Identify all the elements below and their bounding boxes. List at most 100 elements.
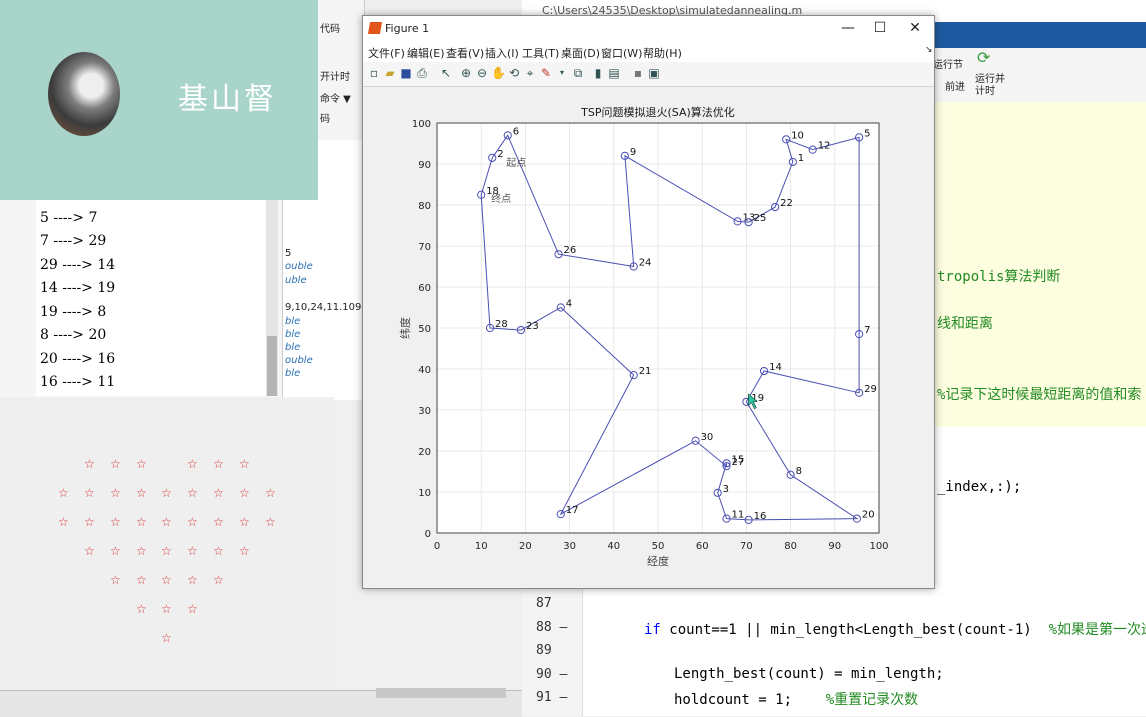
editor-code-plain[interactable] <box>930 427 1146 587</box>
dock-arrow-icon[interactable]: ↘ <box>925 45 933 55</box>
start-label: 起点 <box>506 157 526 169</box>
menu-edit[interactable]: 编辑(E) <box>407 45 445 61</box>
chart-title: TSP问题模拟退火(SA)算法优化 <box>580 105 735 119</box>
menu-file[interactable]: 文件(F) <box>368 45 405 61</box>
menu-desktop[interactable]: 桌面(D) <box>561 45 600 61</box>
heart-star: ☆ <box>161 573 172 587</box>
y-tick-label: 10 <box>418 488 431 499</box>
minimize-button[interactable]: — <box>837 20 859 36</box>
code-text: holdcount = 1; <box>674 692 793 708</box>
city-label: 12 <box>818 141 831 152</box>
command-line: 16 ----> 11 <box>40 374 116 390</box>
figure-window[interactable]: Figure 1 — ☐ ✕ 文件(F) 编辑(E) 查看(V) 插入(I) 工… <box>362 15 935 589</box>
tsp-route-chart[interactable]: 0 10 20 30 40 50 60 70 80 90 100 0 10 20 30 40 50 60 70 80 9… <box>363 86 934 586</box>
city-label: 6 <box>513 126 519 137</box>
heart-star: ☆ <box>187 544 198 558</box>
pan-icon[interactable]: ✋ <box>491 66 506 80</box>
legend-icon[interactable]: ▤ <box>607 66 621 80</box>
city-label: 14 <box>769 362 782 373</box>
brush-dropdown-icon[interactable]: ▾ <box>555 66 569 80</box>
y-axis-label: 纬度 <box>398 317 412 339</box>
heart-star: ☆ <box>84 457 95 471</box>
heart-star: ☆ <box>161 486 172 500</box>
x-tick-label: 50 <box>652 541 665 552</box>
command-line: 7 ----> 29 <box>40 233 107 249</box>
select-arrow-icon[interactable]: ↖ <box>439 66 453 80</box>
ribbon-item[interactable]: 开计时 <box>320 68 350 83</box>
signature-text: 基山督 <box>178 82 277 117</box>
run-section-button[interactable]: 运行节 <box>933 56 963 71</box>
editor-code-highlighted[interactable] <box>930 102 1146 427</box>
y-tick-label: 60 <box>418 283 431 294</box>
maximize-button[interactable]: ☐ <box>869 20 891 36</box>
menu-tools[interactable]: 工具(T) <box>522 45 559 61</box>
city-label: 10 <box>791 130 804 141</box>
x-tick-label: 70 <box>740 541 753 552</box>
run-and-time-button[interactable]: 运行并 计时 <box>975 74 1005 98</box>
avatar <box>48 52 120 136</box>
save-icon[interactable]: ■ <box>399 66 413 80</box>
workspace-class: uble <box>285 275 307 286</box>
x-tick-label: 60 <box>696 541 709 552</box>
line-number: 88 — <box>536 620 568 635</box>
code-comment-fragment: 线和距离 <box>937 316 993 332</box>
menu-window[interactable]: 窗口(W) <box>601 45 642 61</box>
heart-star: ☆ <box>265 486 276 500</box>
heart-star: ☆ <box>136 457 147 471</box>
y-tick-label: 0 <box>425 529 431 540</box>
workspace-class: ble <box>285 368 301 379</box>
heart-star: ☆ <box>136 602 147 616</box>
code-comment: %重置记录次数 <box>792 692 919 708</box>
print-icon[interactable]: ⎙ <box>415 66 429 80</box>
zoom-in-icon[interactable]: ⊕ <box>459 66 473 80</box>
code-text: count==1 || min_length<Length_best(count… <box>660 622 1032 638</box>
x-tick-label: 20 <box>519 541 532 552</box>
heart-star: ☆ <box>110 544 121 558</box>
workspace-class: ouble <box>285 355 313 366</box>
command-line: 29 ----> 14 <box>40 257 116 273</box>
y-tick-label: 50 <box>418 324 431 335</box>
command-line: 14 ----> 19 <box>40 280 116 296</box>
heart-star: ☆ <box>161 544 172 558</box>
city-label: 29 <box>864 384 877 395</box>
horizontal-scrollbar[interactable] <box>376 688 506 698</box>
figure-title: Figure 1 <box>385 22 430 35</box>
menu-view[interactable]: 查看(V) <box>446 45 484 61</box>
zoom-out-icon[interactable]: ⊖ <box>475 66 489 80</box>
workspace-class: ble <box>285 342 301 353</box>
heart-star: ☆ <box>213 457 224 471</box>
ribbon-item[interactable]: 代码 <box>320 20 340 35</box>
heart-star: ☆ <box>187 573 198 587</box>
command-line: 5 ----> 7 <box>40 210 98 226</box>
advance-button[interactable]: 前进 <box>945 78 965 93</box>
colorbar-icon[interactable]: ▮ <box>591 66 605 80</box>
hide-plot-tools-icon[interactable]: ▪ <box>631 66 645 80</box>
brush-icon[interactable]: ✎ <box>539 66 553 80</box>
city-label: 22 <box>780 198 793 209</box>
datatip-icon[interactable]: ⌖ <box>523 66 537 80</box>
code-comment: %如果是第一次迭代或 <box>1048 622 1146 638</box>
menu-help[interactable]: 帮助(H) <box>643 45 682 61</box>
menu-insert[interactable]: 插入(I) <box>485 45 519 61</box>
close-button[interactable]: ✕ <box>904 20 926 36</box>
figure-titlebar[interactable]: Figure 1 — ☐ ✕ <box>363 16 934 42</box>
heart-star: ☆ <box>239 544 250 558</box>
city-label: 20 <box>862 510 875 521</box>
new-file-icon[interactable]: ▫ <box>367 66 381 80</box>
show-plot-tools-icon[interactable]: ▣ <box>647 66 661 80</box>
scrollbar-thumb[interactable] <box>267 336 277 396</box>
link-icon[interactable]: ⧉ <box>571 66 585 80</box>
city-label: 30 <box>701 432 714 443</box>
rotate-icon[interactable]: ⟲ <box>507 66 521 80</box>
city-label: 5 <box>864 128 870 139</box>
workspace-class: ble <box>285 316 301 327</box>
workspace-class: ble <box>285 329 301 340</box>
figure-menubar: 文件(F) 编辑(E) 查看(V) 插入(I) 工具(T) 桌面(D) 窗口(W… <box>363 42 934 62</box>
heart-star: ☆ <box>110 457 121 471</box>
open-icon[interactable]: ▰ <box>383 66 397 80</box>
run-time-icon[interactable]: ⟳ <box>977 48 990 67</box>
heart-star: ☆ <box>136 515 147 529</box>
workspace-value: 5 <box>285 248 292 259</box>
ribbon-item[interactable]: 命令 ▼ <box>320 90 351 105</box>
city-label: 27 <box>732 457 745 468</box>
